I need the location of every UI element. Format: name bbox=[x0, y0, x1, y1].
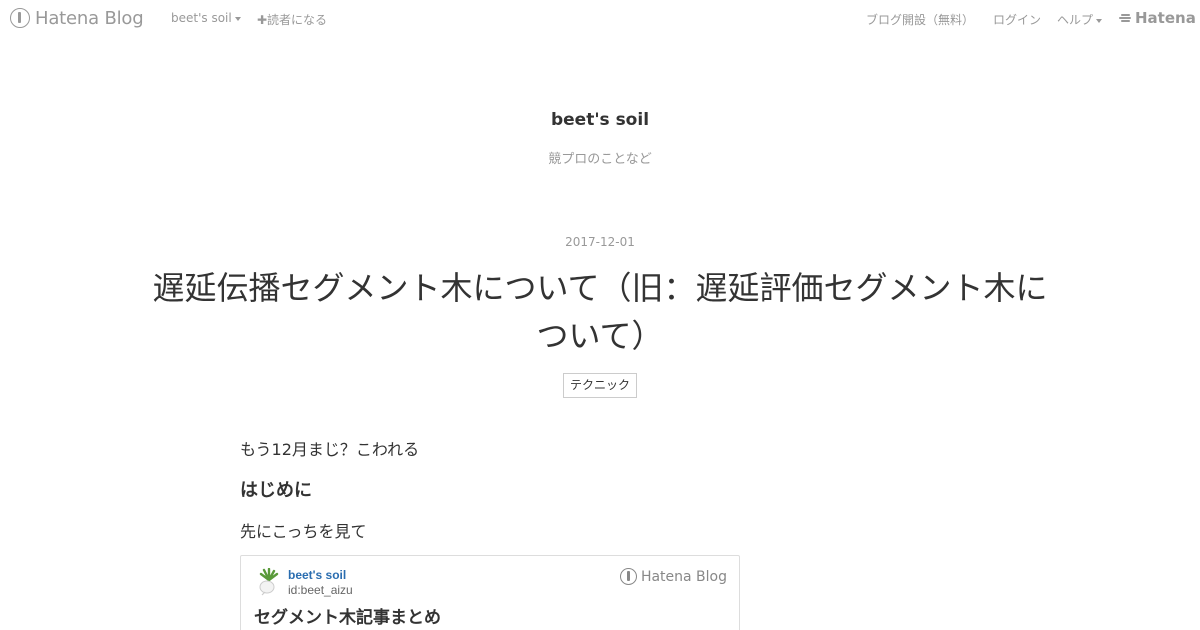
login-link[interactable]: ログイン bbox=[993, 11, 1041, 28]
embed-entry-title[interactable]: セグメント木記事まとめ bbox=[254, 603, 441, 628]
blog-menu-dropdown[interactable]: beet's soil bbox=[171, 11, 241, 25]
blog-menu-label: beet's soil bbox=[171, 11, 232, 25]
hatena-blog-logo-text: Hatena Blog bbox=[35, 7, 144, 29]
category-tag[interactable]: テクニック bbox=[563, 373, 637, 398]
blog-description: 競プロのことなど bbox=[548, 152, 652, 167]
subscribe-button[interactable]: ✚読者になる bbox=[257, 11, 327, 28]
hatena-logo-text: Hatena bbox=[1135, 9, 1196, 27]
entry-paragraph: 先にこっちを見て bbox=[240, 522, 367, 541]
hatena-blog-logo[interactable]: Hatena Blog bbox=[10, 7, 144, 29]
help-dropdown[interactable]: ヘルプ bbox=[1057, 11, 1103, 28]
entry-title-line1: 遅延伝播セグメント木について（旧：遅延評価セグメント木に bbox=[152, 269, 1048, 307]
caret-down-icon bbox=[1096, 18, 1103, 23]
signup-link[interactable]: ブログ開設（無料） bbox=[866, 11, 974, 28]
beet-icon bbox=[259, 568, 279, 596]
embed-user-id: id:beet_aizu bbox=[288, 583, 353, 597]
embed-service-logo-text: Hatena Blog bbox=[640, 568, 727, 585]
section-heading: はじめに bbox=[240, 480, 312, 501]
embed-blog-name[interactable]: beet's soil bbox=[288, 568, 346, 582]
hatena-blog-icon bbox=[10, 8, 30, 28]
entry-title-line2: ついて） bbox=[536, 317, 664, 355]
embed-hatena-blog-logo: Hatena Blog bbox=[619, 568, 727, 585]
blog-embed-card[interactable]: beet's soil id:beet_aizu Hatena Blog セグメ… bbox=[240, 555, 740, 630]
entry-title[interactable]: 遅延伝播セグメント木について（旧：遅延評価セグメント木に ついて） bbox=[130, 264, 1070, 360]
entry-paragraph: もう12月まじ？こわれる bbox=[240, 440, 420, 459]
hatena-logo[interactable]: Hatena bbox=[1119, 9, 1196, 27]
caret-down-icon bbox=[234, 16, 241, 21]
blog-title[interactable]: beet's soil bbox=[0, 110, 1200, 130]
hatena-icon bbox=[1119, 12, 1133, 24]
help-label: ヘルプ bbox=[1057, 13, 1094, 27]
entry-date[interactable]: 2017-12-01 bbox=[0, 235, 1200, 249]
hatena-blog-icon bbox=[619, 568, 637, 585]
global-header: Hatena Blog beet's soil ✚読者になる ブログ開設（無料）… bbox=[0, 0, 1200, 36]
